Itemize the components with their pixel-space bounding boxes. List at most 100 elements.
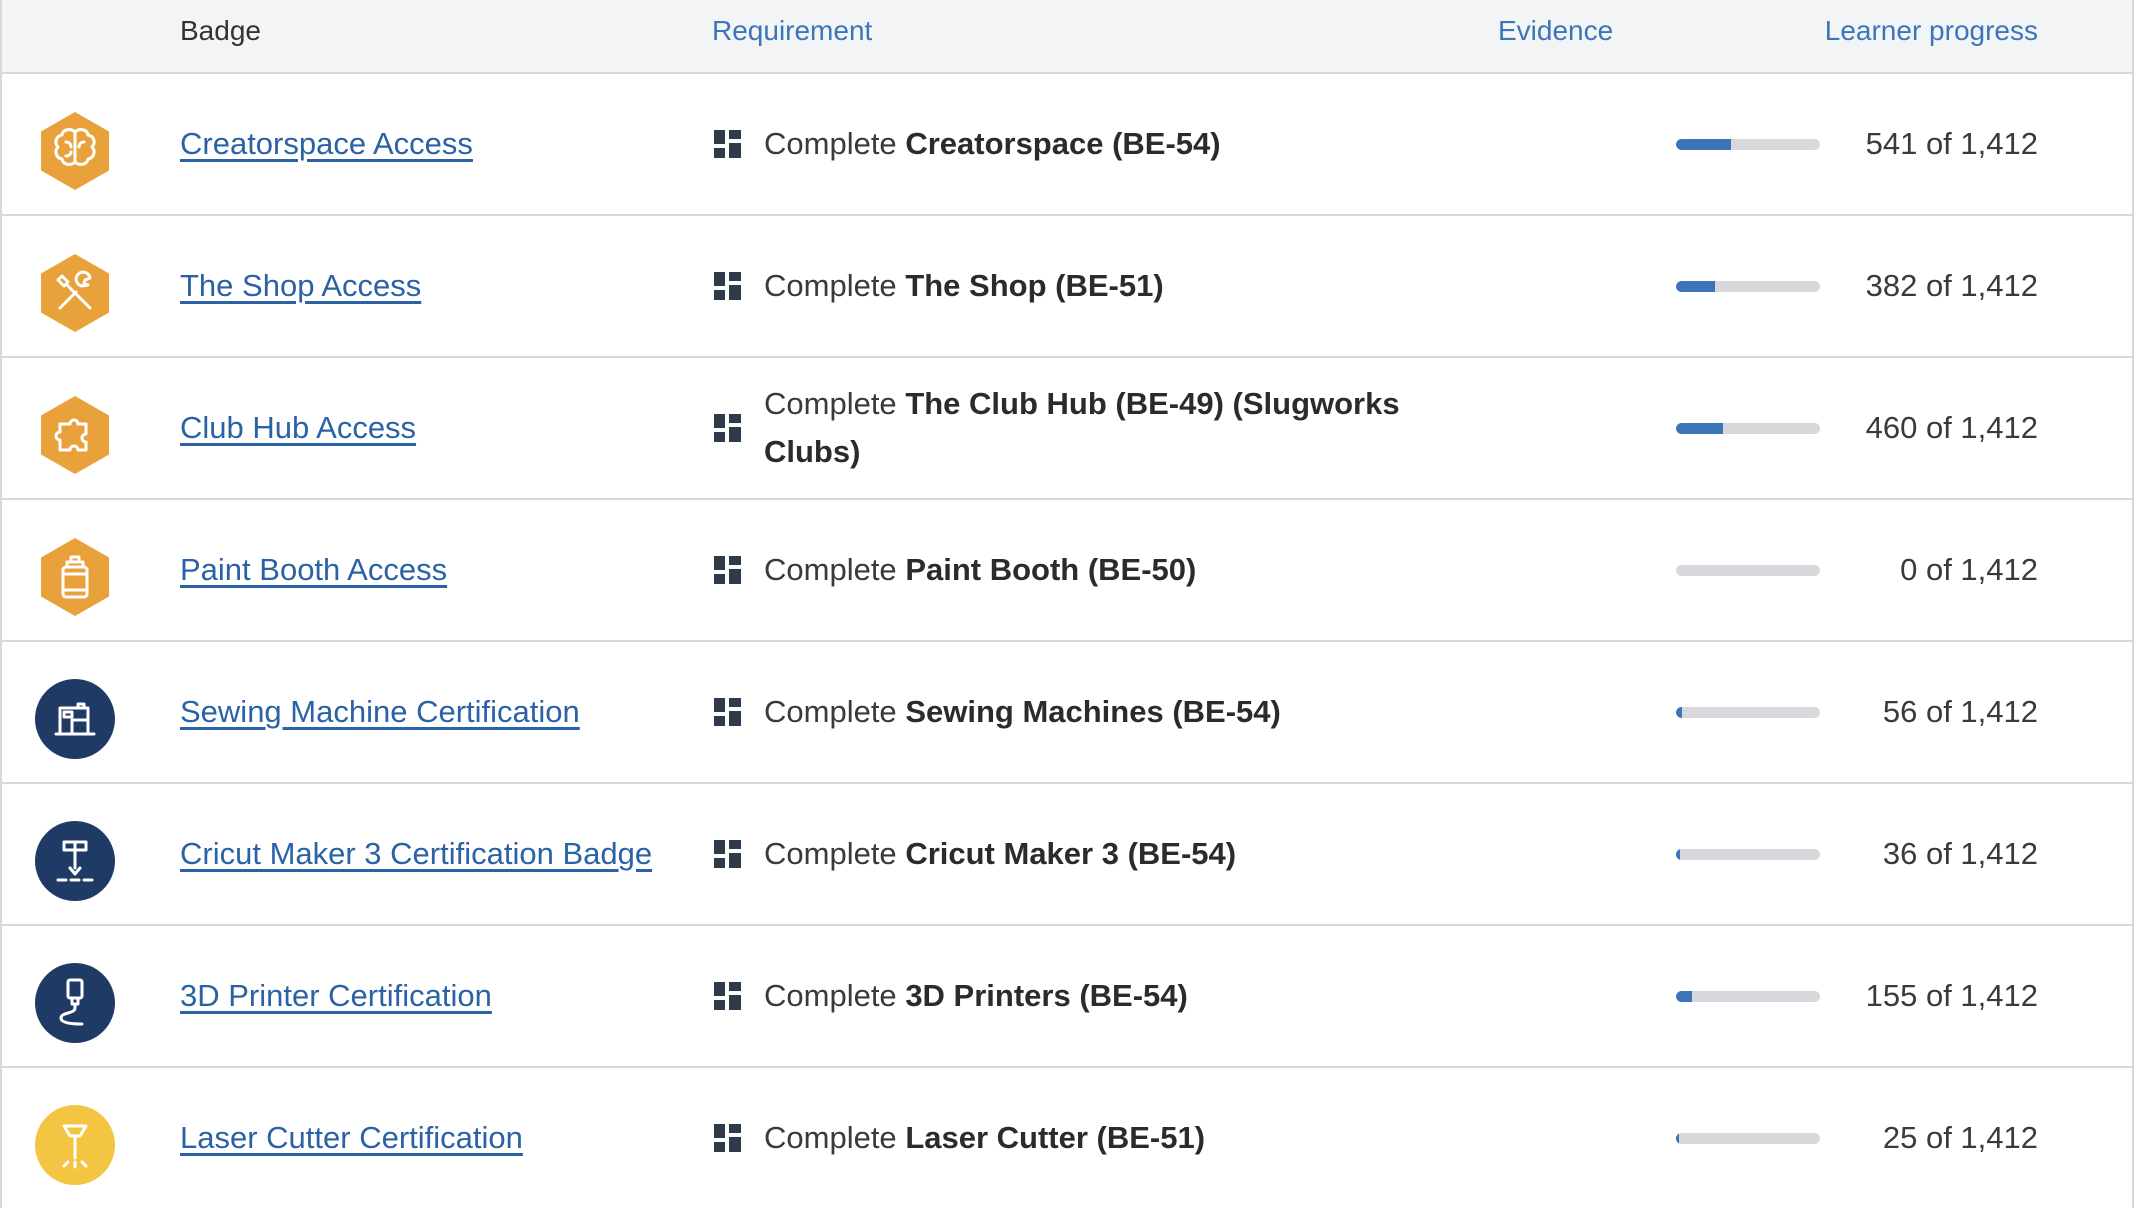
requirement-text: Complete Paint Booth (BE-50) — [764, 546, 1196, 594]
badge-link[interactable]: Cricut Maker 3 Certification Badge — [180, 830, 652, 878]
requirement-text: Complete 3D Printers (BE-54) — [764, 972, 1188, 1020]
sewing-machine-icon[interactable] — [34, 678, 116, 760]
requirement-prefix: Complete — [764, 126, 897, 161]
badge-link[interactable]: Laser Cutter Certification — [180, 1114, 523, 1162]
requirement-prefix: Complete — [764, 1120, 897, 1155]
requirement-cell: Complete Laser Cutter (BE-51) — [764, 1068, 1424, 1208]
dashboard-icon — [714, 556, 742, 584]
requirement-prefix: Complete — [764, 694, 897, 729]
progress-count: 36 of 1,412 — [1882, 836, 2038, 871]
requirement-cell: Complete 3D Printers (BE-54) — [764, 926, 1424, 1066]
laser-icon[interactable] — [34, 1104, 116, 1186]
requirement-text: Complete The Club Hub (BE-49) (Slugworks… — [764, 380, 1424, 476]
requirement-course: Paint Booth (BE-50) — [905, 552, 1197, 587]
dashboard-icon — [714, 272, 742, 300]
dashboard-icon — [714, 698, 742, 726]
requirement-cell: Complete The Shop (BE-51) — [764, 216, 1424, 356]
requirement-prefix: Complete — [764, 552, 897, 587]
badge-name-cell: Sewing Machine Certification — [180, 642, 660, 782]
table-row: Paint Booth Access Complete Paint Booth (… — [2, 500, 2132, 642]
requirement-course: The Shop (BE-51) — [905, 268, 1164, 303]
badge-name-cell: Club Hub Access — [180, 358, 660, 498]
requirement-text: Complete Laser Cutter (BE-51) — [764, 1114, 1205, 1162]
header-badge: Badge — [180, 15, 261, 46]
requirement-course: Laser Cutter (BE-51) — [905, 1120, 1206, 1155]
requirement-course: Sewing Machines (BE-54) — [905, 694, 1281, 729]
dashboard-icon — [714, 840, 742, 868]
requirement-text: Complete The Shop (BE-51) — [764, 262, 1164, 310]
requirement-cell: Complete Cricut Maker 3 (BE-54) — [764, 784, 1424, 924]
table-row: 3D Printer Certification Complete 3D Prin… — [2, 926, 2132, 1068]
progress-bar-fill — [1676, 281, 1716, 292]
requirement-text: Complete Creatorspace (BE-54) — [764, 120, 1221, 168]
progress-bar — [1676, 139, 1820, 150]
header-requirement[interactable]: Requirement — [712, 0, 872, 72]
badge-link[interactable]: 3D Printer Certification — [180, 972, 492, 1020]
table-header: Badge Requirement Evidence Learner progr… — [2, 0, 2132, 74]
dashboard-icon — [714, 414, 742, 442]
requirement-prefix: Complete — [764, 268, 897, 303]
dashboard-icon — [714, 982, 742, 1010]
progress-bar-fill — [1676, 707, 1682, 718]
badge-name-cell: The Shop Access — [180, 216, 660, 356]
requirement-course: 3D Printers (BE-54) — [905, 978, 1188, 1013]
progress-bar-fill — [1676, 849, 1680, 860]
progress-count: 541 of 1,412 — [1865, 126, 2038, 161]
progress-count: 460 of 1,412 — [1865, 410, 2038, 445]
table-row: Laser Cutter Certification Complete Laser… — [2, 1068, 2132, 1208]
cutter-blade-icon[interactable] — [34, 820, 116, 902]
puzzle-icon[interactable] — [34, 394, 116, 476]
requirement-course: Cricut Maker 3 (BE-54) — [905, 836, 1237, 871]
badges-table: Badge Requirement Evidence Learner progr… — [0, 0, 2134, 1208]
progress-bar — [1676, 1133, 1820, 1144]
progress-bar — [1676, 423, 1820, 434]
badge-link[interactable]: Paint Booth Access — [180, 546, 447, 594]
badge-name-cell: 3D Printer Certification — [180, 926, 660, 1066]
progress-count: 56 of 1,412 — [1882, 694, 2038, 729]
dashboard-icon — [714, 1124, 742, 1152]
progress-bar — [1676, 281, 1820, 292]
progress-bar-fill — [1676, 139, 1732, 150]
dashboard-icon — [714, 130, 742, 158]
requirement-course: Creatorspace (BE-54) — [905, 126, 1221, 161]
table-row: Creatorspace Access Complete Creatorspace… — [2, 74, 2132, 216]
requirement-cell: Complete The Club Hub (BE-49) (Slugworks… — [764, 358, 1424, 498]
badge-link[interactable]: Club Hub Access — [180, 404, 416, 452]
table-row: Sewing Machine Certification Complete Sew… — [2, 642, 2132, 784]
progress-bar — [1676, 565, 1820, 576]
progress-bar-fill — [1676, 991, 1692, 1002]
requirement-text: Complete Cricut Maker 3 (BE-54) — [764, 830, 1236, 878]
requirement-cell: Complete Sewing Machines (BE-54) — [764, 642, 1424, 782]
requirement-prefix: Complete — [764, 386, 897, 421]
badge-link[interactable]: Creatorspace Access — [180, 120, 473, 168]
table-row: Club Hub Access Complete The Club Hub (BE… — [2, 358, 2132, 500]
progress-bar — [1676, 849, 1820, 860]
requirement-prefix: Complete — [764, 836, 897, 871]
wrench-screwdriver-icon[interactable] — [34, 252, 116, 334]
header-evidence[interactable]: Evidence — [1498, 0, 1613, 72]
table-row: Cricut Maker 3 Certification Badge Comple… — [2, 784, 2132, 926]
brain-icon[interactable] — [34, 110, 116, 192]
badge-link[interactable]: Sewing Machine Certification — [180, 688, 580, 736]
progress-bar-fill — [1676, 1133, 1679, 1144]
badge-name-cell: Laser Cutter Certification — [180, 1068, 660, 1208]
table-row: The Shop Access Complete The Shop (BE-51)… — [2, 216, 2132, 358]
header-learner-progress[interactable]: Learner progress — [1825, 0, 2038, 72]
requirement-prefix: Complete — [764, 978, 897, 1013]
requirement-text: Complete Sewing Machines (BE-54) — [764, 688, 1281, 736]
badge-link[interactable]: The Shop Access — [180, 262, 421, 310]
progress-count: 0 of 1,412 — [1900, 552, 2038, 587]
requirement-cell: Complete Paint Booth (BE-50) — [764, 500, 1424, 640]
3d-printer-nozzle-icon[interactable] — [34, 962, 116, 1044]
progress-count: 382 of 1,412 — [1865, 268, 2038, 303]
progress-bar — [1676, 991, 1820, 1002]
badge-name-cell: Cricut Maker 3 Certification Badge — [180, 784, 660, 924]
spray-can-icon[interactable] — [34, 536, 116, 618]
requirement-cell: Complete Creatorspace (BE-54) — [764, 74, 1424, 214]
progress-bar — [1676, 707, 1820, 718]
badge-name-cell: Paint Booth Access — [180, 500, 660, 640]
progress-count: 155 of 1,412 — [1865, 978, 2038, 1013]
badge-name-cell: Creatorspace Access — [180, 74, 660, 214]
progress-count: 25 of 1,412 — [1882, 1120, 2038, 1155]
progress-bar-fill — [1676, 423, 1723, 434]
